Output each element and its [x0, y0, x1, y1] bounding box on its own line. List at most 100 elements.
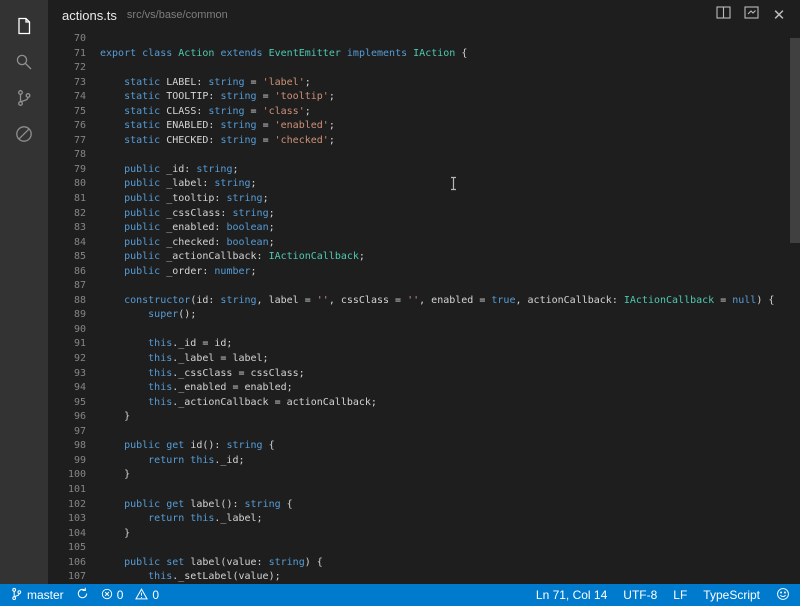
- close-editor-button[interactable]: ✕: [768, 4, 790, 26]
- code-editor[interactable]: 7071export class Action extends EventEmi…: [48, 30, 800, 584]
- line-number[interactable]: 70: [48, 32, 100, 47]
- code-line[interactable]: 94 this._enabled = enabled;: [48, 381, 800, 396]
- activity-bar-item-search[interactable]: [0, 46, 48, 82]
- line-number[interactable]: 91: [48, 337, 100, 352]
- code-line[interactable]: 95 this._actionCallback = actionCallback…: [48, 396, 800, 411]
- line-number[interactable]: 101: [48, 483, 100, 498]
- code-line[interactable]: 97: [48, 425, 800, 440]
- line-number[interactable]: 77: [48, 134, 100, 149]
- code-text: this._actionCallback = actionCallback;: [100, 396, 377, 411]
- code-line[interactable]: 73 static LABEL: string = 'label';: [48, 76, 800, 91]
- line-number[interactable]: 79: [48, 163, 100, 178]
- code-line[interactable]: 72: [48, 61, 800, 76]
- code-line[interactable]: 82 public _cssClass: string;: [48, 207, 800, 222]
- code-line[interactable]: 92 this._label = label;: [48, 352, 800, 367]
- code-text: export class Action extends EventEmitter…: [100, 47, 467, 62]
- code-line[interactable]: 89 super();: [48, 308, 800, 323]
- line-number[interactable]: 100: [48, 468, 100, 483]
- line-number[interactable]: 85: [48, 250, 100, 265]
- line-number[interactable]: 95: [48, 396, 100, 411]
- line-number[interactable]: 98: [48, 439, 100, 454]
- line-number[interactable]: 104: [48, 527, 100, 542]
- warnings-indicator[interactable]: 0: [135, 588, 159, 603]
- language-mode-indicator[interactable]: TypeScript: [703, 588, 760, 602]
- code-line[interactable]: 70: [48, 32, 800, 47]
- code-line[interactable]: 88 constructor(id: string, label = '', c…: [48, 294, 800, 309]
- scrollbar-thumb[interactable]: [790, 38, 800, 243]
- line-number[interactable]: 84: [48, 236, 100, 251]
- eol-indicator[interactable]: LF: [673, 588, 687, 602]
- sync-button[interactable]: [76, 587, 89, 603]
- line-number[interactable]: 73: [48, 76, 100, 91]
- code-line[interactable]: 81 public _tooltip: string;: [48, 192, 800, 207]
- line-number[interactable]: 96: [48, 410, 100, 425]
- code-line[interactable]: 77 static CHECKED: string = 'checked';: [48, 134, 800, 149]
- line-number[interactable]: 103: [48, 512, 100, 527]
- line-number[interactable]: 75: [48, 105, 100, 120]
- line-number[interactable]: 72: [48, 61, 100, 76]
- code-line[interactable]: 91 this._id = id;: [48, 337, 800, 352]
- encoding-indicator[interactable]: UTF-8: [623, 588, 657, 602]
- code-line[interactable]: 99 return this._id;: [48, 454, 800, 469]
- code-line[interactable]: 107 this._setLabel(value);: [48, 570, 800, 584]
- activity-bar-item-source-control[interactable]: [0, 82, 48, 118]
- code-line[interactable]: 85 public _actionCallback: IActionCallba…: [48, 250, 800, 265]
- activity-bar-item-debug[interactable]: [0, 118, 48, 154]
- line-number[interactable]: 83: [48, 221, 100, 236]
- line-number[interactable]: 94: [48, 381, 100, 396]
- git-branch-label: master: [27, 588, 64, 602]
- code-line[interactable]: 104 }: [48, 527, 800, 542]
- code-line[interactable]: 76 static ENABLED: string = 'enabled';: [48, 119, 800, 134]
- line-number[interactable]: 82: [48, 207, 100, 222]
- open-preview-button[interactable]: [740, 4, 762, 26]
- line-number[interactable]: 78: [48, 148, 100, 163]
- code-line[interactable]: 90: [48, 323, 800, 338]
- line-number[interactable]: 106: [48, 556, 100, 571]
- code-line[interactable]: 106 public set label(value: string) {: [48, 556, 800, 571]
- code-line[interactable]: 80 public _label: string;: [48, 177, 800, 192]
- code-line[interactable]: 98 public get id(): string {: [48, 439, 800, 454]
- code-line[interactable]: 93 this._cssClass = cssClass;: [48, 367, 800, 382]
- code-line[interactable]: 87: [48, 279, 800, 294]
- activity-bar-item-explorer[interactable]: [0, 10, 48, 46]
- code-line[interactable]: 102 public get label(): string {: [48, 498, 800, 513]
- open-preview-icon: [744, 6, 759, 24]
- line-number[interactable]: 87: [48, 279, 100, 294]
- line-number[interactable]: 102: [48, 498, 100, 513]
- line-number[interactable]: 71: [48, 47, 100, 62]
- code-line[interactable]: 100 }: [48, 468, 800, 483]
- cursor-position-indicator[interactable]: Ln 71, Col 14: [536, 588, 607, 602]
- line-number[interactable]: 93: [48, 367, 100, 382]
- line-number[interactable]: 89: [48, 308, 100, 323]
- editor-scrollbar[interactable]: [790, 30, 800, 584]
- code-line[interactable]: 101: [48, 483, 800, 498]
- code-line[interactable]: 84 public _checked: boolean;: [48, 236, 800, 251]
- code-line[interactable]: 105: [48, 541, 800, 556]
- line-number[interactable]: 86: [48, 265, 100, 280]
- git-branch-indicator[interactable]: master: [10, 587, 64, 604]
- warning-icon: [135, 588, 148, 603]
- code-line[interactable]: 79 public _id: string;: [48, 163, 800, 178]
- code-line[interactable]: 78: [48, 148, 800, 163]
- line-number[interactable]: 92: [48, 352, 100, 367]
- code-line[interactable]: 83 public _enabled: boolean;: [48, 221, 800, 236]
- line-number[interactable]: 88: [48, 294, 100, 309]
- line-number[interactable]: 74: [48, 90, 100, 105]
- line-number[interactable]: 81: [48, 192, 100, 207]
- feedback-button[interactable]: [776, 587, 790, 604]
- code-line[interactable]: 75 static CLASS: string = 'class';: [48, 105, 800, 120]
- errors-indicator[interactable]: 0: [101, 588, 124, 603]
- line-number[interactable]: 80: [48, 177, 100, 192]
- code-line[interactable]: 74 static TOOLTIP: string = 'tooltip';: [48, 90, 800, 105]
- code-line[interactable]: 86 public _order: number;: [48, 265, 800, 280]
- code-line[interactable]: 96 }: [48, 410, 800, 425]
- code-line[interactable]: 103 return this._label;: [48, 512, 800, 527]
- line-number[interactable]: 90: [48, 323, 100, 338]
- code-line[interactable]: 71export class Action extends EventEmitt…: [48, 47, 800, 62]
- line-number[interactable]: 76: [48, 119, 100, 134]
- line-number[interactable]: 97: [48, 425, 100, 440]
- line-number[interactable]: 105: [48, 541, 100, 556]
- split-editor-button[interactable]: [712, 4, 734, 26]
- line-number[interactable]: 107: [48, 570, 100, 584]
- line-number[interactable]: 99: [48, 454, 100, 469]
